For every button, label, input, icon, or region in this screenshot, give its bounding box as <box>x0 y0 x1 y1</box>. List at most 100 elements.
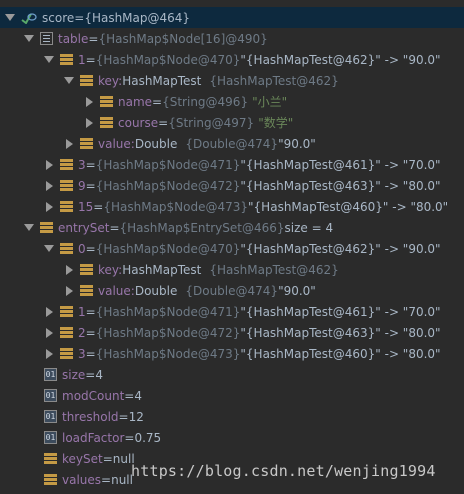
tree-row-entry[interactable]: 2 = {HashMap$Node@472} "{HashMapTest@463… <box>0 322 464 343</box>
field-value: "{HashMapTest@461}" -> "70.0" <box>240 157 441 172</box>
equals: = <box>85 304 96 319</box>
field-value: "90.0" <box>278 283 316 298</box>
field-name: 2 <box>78 325 86 340</box>
equals: = <box>88 31 99 46</box>
field-name: key: <box>98 262 123 277</box>
field-icon <box>44 473 57 486</box>
field-name: modCount <box>62 388 125 403</box>
equals: = <box>85 346 96 361</box>
field-icon <box>80 284 93 297</box>
tree-row-loadfactor[interactable]: 01 loadFactor = 0.75 <box>0 427 464 448</box>
equals: = <box>101 472 112 487</box>
tree-row-entry[interactable]: 15 = {HashMap$Node@473} "{HashMapTest@46… <box>0 196 464 217</box>
collapse-arrow-icon[interactable] <box>44 49 54 70</box>
tree-row-entry[interactable]: 3 = {HashMap$Node@473} "{HashMapTest@460… <box>0 343 464 364</box>
field-ref: {HashMap$Node@471} <box>95 157 241 172</box>
field-ref: {HashMapTest@462} <box>209 73 339 88</box>
field-value: null <box>111 472 133 487</box>
field-icon <box>60 158 73 171</box>
tree-row-value[interactable]: value: Double {Double@474} "90.0" <box>0 133 464 154</box>
tree-row-score[interactable]: score = {HashMap@464} <box>0 7 464 28</box>
tree-row-entry[interactable]: 1 = {HashMap$Node@471} "{HashMapTest@461… <box>0 301 464 322</box>
tree-row-key[interactable]: key: HashMapTest {HashMapTest@462} <box>0 70 464 91</box>
expand-arrow-icon[interactable] <box>44 343 54 364</box>
collapse-arrow-icon[interactable] <box>44 238 54 259</box>
tree-row-key[interactable]: key: HashMapTest {HashMapTest@462} <box>0 259 464 280</box>
equals: = <box>158 115 169 130</box>
primitive-icon: 01 <box>44 410 57 423</box>
field-ref: {HashMap$Node@471} <box>95 304 241 319</box>
field-icon <box>60 326 73 339</box>
field-value: "{HashMapTest@463}" -> "80.0" <box>240 325 441 340</box>
field-ref: {HashMap$Node@472} <box>95 178 241 193</box>
field-type: Double <box>134 136 178 151</box>
collapse-arrow-icon[interactable] <box>5 7 15 28</box>
field-name: loadFactor <box>62 430 125 445</box>
field-value: "{HashMapTest@462}" -> "90.0" <box>240 241 441 256</box>
tree-row-entry[interactable]: 0 = {HashMap$Node@470} "{HashMapTest@462… <box>0 238 464 259</box>
field-name: 1 <box>78 52 86 67</box>
collapse-arrow-icon[interactable] <box>64 70 74 91</box>
equals: = <box>124 430 135 445</box>
expand-arrow-icon[interactable] <box>44 175 54 196</box>
expand-arrow-icon[interactable] <box>84 112 94 133</box>
array-icon <box>40 32 53 45</box>
equals: = <box>85 52 96 67</box>
tree-row-entry[interactable]: 9 = {HashMap$Node@472} "{HashMapTest@463… <box>0 175 464 196</box>
tree-row-course[interactable]: course = {String@497} "数学" <box>0 112 464 133</box>
field-name: 3 <box>78 346 86 361</box>
field-name: key: <box>98 73 123 88</box>
tree-row-threshold[interactable]: 01 threshold = 12 <box>0 406 464 427</box>
expand-arrow-icon[interactable] <box>44 196 54 217</box>
expand-arrow-icon[interactable] <box>44 322 54 343</box>
field-icon <box>60 347 73 360</box>
field-icon <box>44 452 57 465</box>
primitive-icon: 01 <box>44 389 57 402</box>
equals: = <box>85 241 96 256</box>
tree-row-entry[interactable]: 1 = {HashMap$Node@470} "{HashMapTest@462… <box>0 49 464 70</box>
expand-arrow-icon[interactable] <box>44 301 54 322</box>
field-name: 0 <box>78 241 86 256</box>
tree-row-entry[interactable]: 3 = {HashMap$Node@471} "{HashMapTest@461… <box>0 154 464 175</box>
expand-arrow-icon[interactable] <box>44 154 54 175</box>
tree-row-modcount[interactable]: 01 modCount = 4 <box>0 385 464 406</box>
expand-arrow-icon[interactable] <box>64 280 74 301</box>
collapse-arrow-icon[interactable] <box>24 28 34 49</box>
field-icon <box>80 263 93 276</box>
field-icon <box>60 179 73 192</box>
field-name: 15 <box>78 199 94 214</box>
field-ref: {HashMap$Node@472} <box>95 325 241 340</box>
collapse-arrow-icon[interactable] <box>24 217 34 238</box>
tree-row-entryset[interactable]: entrySet = {HashMap$EntrySet@466} size =… <box>0 217 464 238</box>
tree-row-value[interactable]: value: Double {Double@474} "90.0" <box>0 280 464 301</box>
field-value: "{HashMapTest@462}" -> "90.0" <box>240 52 441 67</box>
tree-row-table[interactable]: table = {HashMap$Node[16]@490} <box>0 28 464 49</box>
primitive-icon: 01 <box>44 431 57 444</box>
field-type: HashMapTest <box>122 262 202 277</box>
watch-icon <box>21 11 37 24</box>
field-ref: {String@496} <box>162 94 249 109</box>
tree-row-size[interactable]: 01 size = 4 <box>0 364 464 385</box>
field-name: size <box>62 367 86 382</box>
field-icon <box>40 221 53 234</box>
field-icon <box>80 137 93 150</box>
field-name: 9 <box>78 178 86 193</box>
expand-arrow-icon[interactable] <box>64 259 74 280</box>
expand-arrow-icon[interactable] <box>84 91 94 112</box>
expand-arrow-icon[interactable] <box>64 133 74 154</box>
field-value: "{HashMapTest@460}" -> "80.0" <box>248 199 449 214</box>
field-name: values <box>62 472 102 487</box>
tree-row-name[interactable]: name = {String@496} "小兰" <box>0 91 464 112</box>
equals: = <box>124 388 135 403</box>
equals: = <box>85 325 96 340</box>
variable-name: score <box>42 10 75 25</box>
field-name: value: <box>98 136 135 151</box>
string-value: "数学" <box>258 116 294 130</box>
field-value: "{HashMapTest@463}" -> "80.0" <box>240 178 441 193</box>
field-type: HashMapTest <box>122 73 202 88</box>
field-value: 12 <box>128 409 144 424</box>
field-ref: {Double@474} <box>185 136 279 151</box>
field-value: "{HashMapTest@460}" -> "80.0" <box>240 346 441 361</box>
field-ref: {HashMap$Node@473} <box>103 199 249 214</box>
equals: = <box>102 451 113 466</box>
